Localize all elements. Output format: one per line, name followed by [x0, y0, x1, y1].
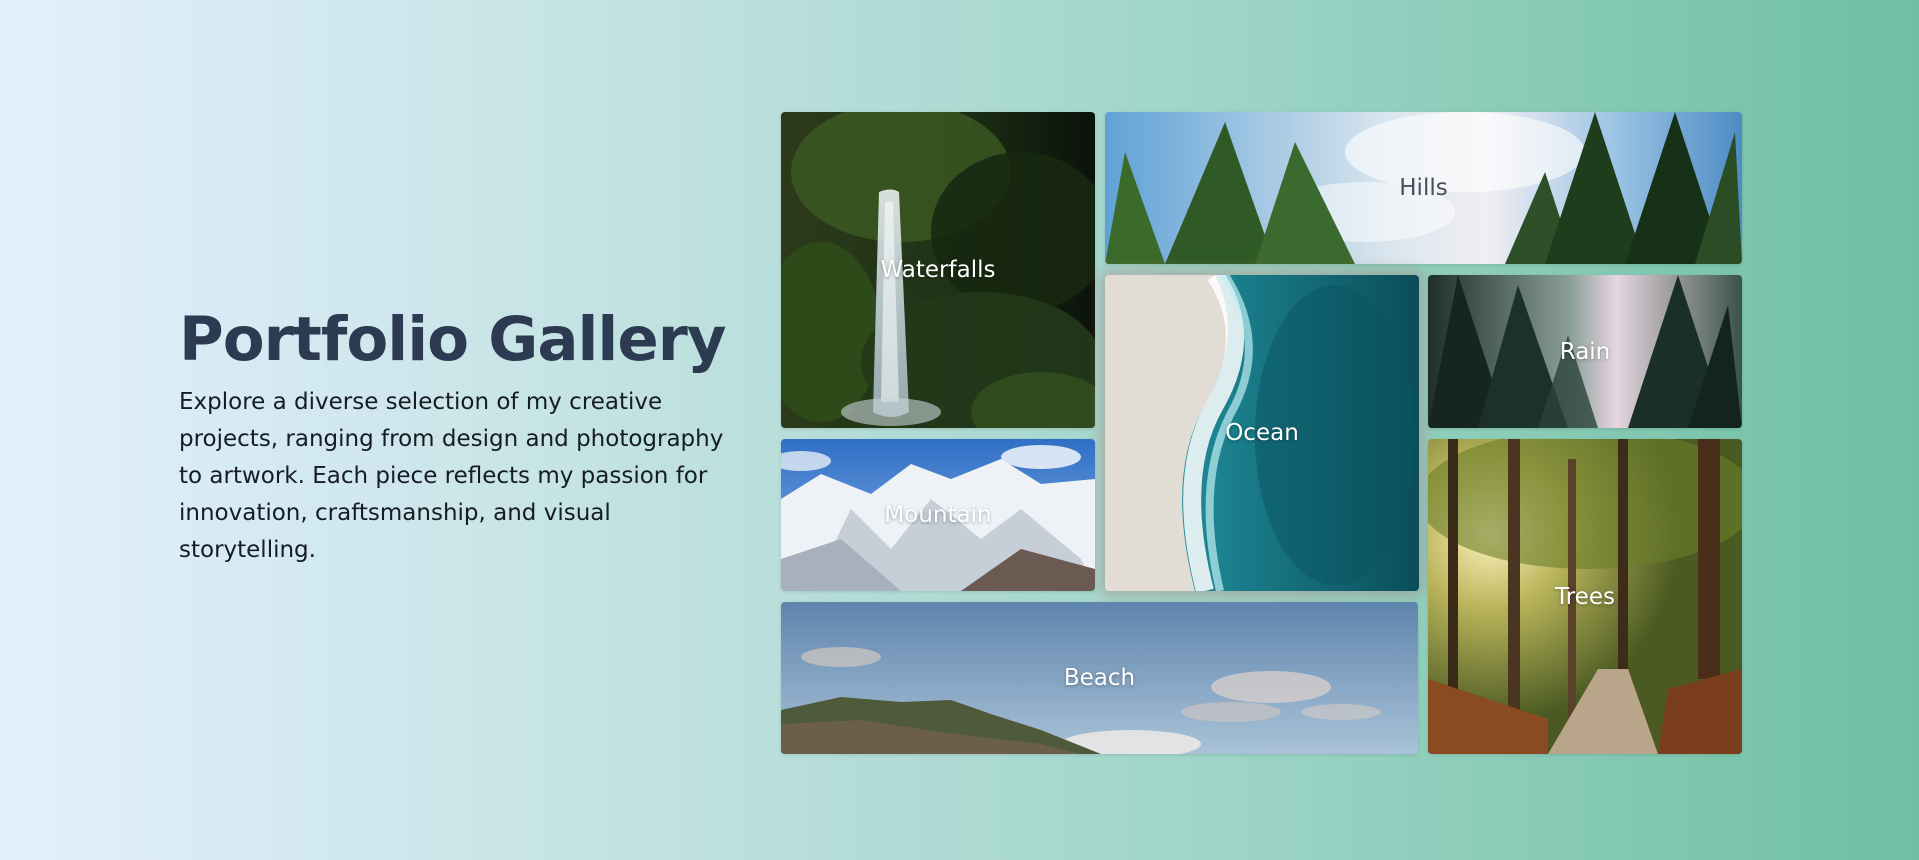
gallery-tile-beach[interactable]: Beach	[781, 602, 1418, 754]
gallery-tile-waterfalls[interactable]: Waterfalls	[781, 112, 1095, 428]
gallery-label-waterfalls: Waterfalls	[880, 257, 996, 283]
page-description: Explore a diverse selection of my creati…	[179, 389, 724, 563]
gallery-label-trees: Trees	[1555, 583, 1615, 610]
gallery-label-rain: Rain	[1559, 338, 1611, 365]
gallery-tile-mountain[interactable]: Mountain	[781, 439, 1095, 591]
page-title: Portfolio Gallery	[179, 304, 727, 375]
gallery-label-hills: Hills	[1399, 175, 1448, 201]
gallery-label-ocean: Ocean	[1225, 420, 1299, 446]
gallery-label-beach: Beach	[1063, 665, 1136, 691]
gallery-tile-hills[interactable]: Hills	[1105, 112, 1742, 264]
gallery-label-mountain: Mountain	[884, 502, 992, 528]
gallery-tile-trees[interactable]: Trees	[1428, 439, 1742, 754]
gallery-tile-ocean[interactable]: Ocean	[1105, 275, 1419, 591]
intro-section: Portfolio Gallery Explore a diverse sele…	[179, 300, 759, 569]
gallery-tile-rain[interactable]: Rain	[1428, 275, 1742, 428]
